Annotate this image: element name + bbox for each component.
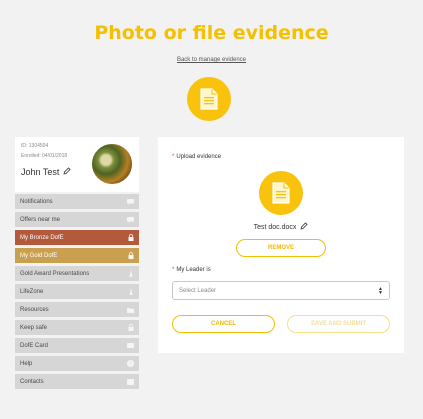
sidebar-item-label: Help bbox=[20, 360, 33, 367]
uploaded-file-row: Test doc.docx bbox=[158, 222, 404, 232]
sidebar-item-label: LifeZone bbox=[20, 288, 44, 295]
sidebar-item-label: Resources bbox=[20, 306, 49, 313]
sidebar-item-label: My Bronze DofE bbox=[20, 234, 64, 241]
chat-icon bbox=[127, 198, 134, 205]
back-to-manage-evidence-link[interactable]: Back to manage evidence bbox=[0, 57, 423, 63]
leader-select[interactable]: Select Leader ▲ ▼ bbox=[172, 281, 390, 300]
evidence-form-card: * Upload evidence Test doc.docx REMOVE * M… bbox=[158, 137, 404, 353]
profile-enrolled: Enrolled: 04/01/2018 bbox=[21, 153, 68, 159]
sidebar-item-contacts[interactable]: Contacts bbox=[15, 374, 139, 389]
remove-button[interactable]: REMOVE bbox=[236, 239, 326, 257]
leader-label: * My Leader is bbox=[172, 267, 211, 273]
contacts-icon bbox=[127, 378, 134, 385]
edit-pencil-icon[interactable] bbox=[300, 222, 308, 232]
edit-pencil-icon[interactable] bbox=[63, 167, 71, 177]
lock-icon bbox=[127, 234, 134, 241]
svg-text:?: ? bbox=[129, 361, 132, 367]
uploaded-filename: Test doc.docx bbox=[253, 223, 297, 231]
sidebar-item-help[interactable]: Help ? bbox=[15, 356, 139, 371]
folder-icon bbox=[127, 307, 134, 313]
sidebar-item-notifications[interactable]: Notifications bbox=[15, 194, 139, 209]
sidebar-item-label: My Gold DofE bbox=[20, 252, 58, 259]
sidebar-item-label: Offers near me bbox=[20, 216, 60, 223]
sidebar-menu: Notifications Offers near me My Bronze D… bbox=[15, 194, 139, 392]
card-icon bbox=[127, 343, 134, 349]
required-marker: * bbox=[172, 267, 175, 273]
required-marker: * bbox=[172, 154, 175, 160]
upload-evidence-label: * Upload evidence bbox=[172, 154, 221, 160]
lock-icon bbox=[127, 324, 134, 331]
tower-icon bbox=[127, 270, 134, 277]
leader-select-value: Select Leader bbox=[179, 287, 217, 294]
sidebar-item-dofe-card[interactable]: DofE Card bbox=[15, 338, 139, 353]
profile-id: ID: 1304504 bbox=[21, 143, 49, 149]
sidebar-item-resources[interactable]: Resources bbox=[15, 302, 139, 317]
sidebar-item-label: Contacts bbox=[20, 378, 44, 385]
tower-icon bbox=[127, 288, 134, 295]
help-icon: ? bbox=[127, 360, 134, 367]
save-and-submit-button[interactable]: SAVE AND SUBMIT bbox=[287, 315, 390, 333]
sidebar-item-offers[interactable]: Offers near me bbox=[15, 212, 139, 227]
upload-evidence-text: Upload evidence bbox=[176, 154, 222, 160]
sidebar-item-lifezone[interactable]: LifeZone bbox=[15, 284, 139, 299]
lock-icon bbox=[127, 252, 134, 259]
sidebar-item-gold-award-presentations[interactable]: Gold Award Presentations bbox=[15, 266, 139, 281]
cancel-button[interactable]: CANCEL bbox=[172, 315, 275, 333]
profile-name: John Test bbox=[21, 167, 60, 177]
select-arrows-icon: ▲ ▼ bbox=[378, 285, 383, 296]
sidebar-item-keep-safe[interactable]: Keep safe bbox=[15, 320, 139, 335]
sidebar-item-label: Gold Award Presentations bbox=[20, 270, 90, 277]
sidebar-item-label: Notifications bbox=[20, 198, 53, 205]
sidebar-item-label: Keep safe bbox=[20, 324, 48, 331]
avatar[interactable] bbox=[90, 142, 134, 186]
profile-name-row: John Test bbox=[21, 167, 71, 177]
leader-label-text: My Leader is bbox=[176, 267, 211, 273]
sidebar-item-label: DofE Card bbox=[20, 342, 49, 349]
document-icon bbox=[187, 77, 231, 121]
profile-card: ID: 1304504 Enrolled: 04/01/2018 John Te… bbox=[15, 137, 139, 192]
page-title: Photo or file evidence bbox=[94, 22, 329, 44]
sidebar-item-gold-dofe[interactable]: My Gold DofE bbox=[15, 248, 139, 263]
chat-icon bbox=[127, 216, 134, 223]
sidebar-item-bronze-dofe[interactable]: My Bronze DofE bbox=[15, 230, 139, 245]
uploaded-document-icon bbox=[259, 171, 303, 215]
